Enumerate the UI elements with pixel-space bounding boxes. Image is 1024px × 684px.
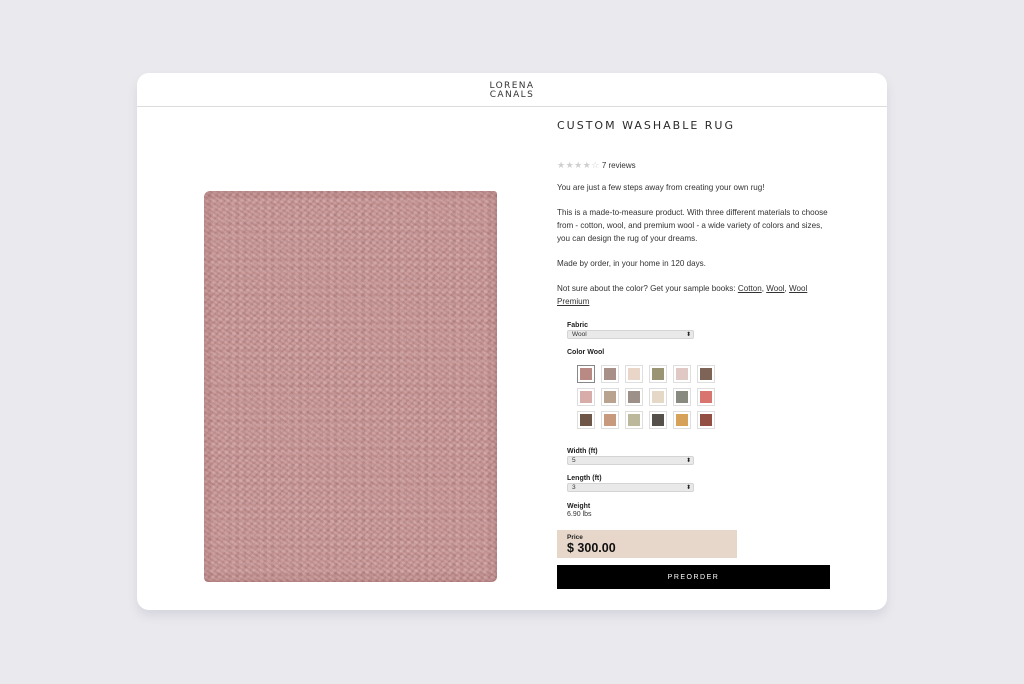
color-swatch[interactable] xyxy=(601,365,619,383)
app-window: LORENA CANALS CUSTOM WASHABLE RUG ★★★★☆ … xyxy=(137,73,887,610)
color-chip xyxy=(700,391,712,403)
color-swatch-grid xyxy=(577,365,837,429)
color-chip xyxy=(652,368,664,380)
weight-value: 6.90 lbs xyxy=(567,511,592,518)
intro-text: You are just a few steps away from creat… xyxy=(557,183,765,192)
star-rating-icon: ★★★★☆ xyxy=(557,160,600,170)
color-chip xyxy=(580,391,592,403)
color-chip xyxy=(700,414,712,426)
color-chip xyxy=(604,414,616,426)
length-select[interactable]: 3 ⬍ xyxy=(567,483,694,492)
width-label: Width (ft) xyxy=(567,448,598,455)
color-swatch[interactable] xyxy=(601,388,619,406)
color-chip xyxy=(652,414,664,426)
materials-text: This is a made-to-measure product. With … xyxy=(557,208,828,243)
logo-line-2: CANALS xyxy=(489,89,535,100)
length-value: 3 xyxy=(572,483,576,491)
color-chip xyxy=(700,368,712,380)
select-arrows-icon: ⬍ xyxy=(685,331,691,338)
brand-logo[interactable]: LORENA CANALS xyxy=(489,80,534,100)
price-box: Price $ 300.00 xyxy=(557,530,737,558)
reviews-count[interactable]: 7 reviews xyxy=(602,161,636,170)
color-swatch[interactable] xyxy=(625,411,643,429)
price-label: Price xyxy=(567,534,583,541)
fabric-value: Wool xyxy=(572,330,587,338)
product-description: You are just a few steps away from creat… xyxy=(557,181,837,308)
color-swatch[interactable] xyxy=(697,365,715,383)
color-swatch[interactable] xyxy=(697,388,715,406)
color-swatch[interactable] xyxy=(649,365,667,383)
color-chip xyxy=(676,414,688,426)
color-chip xyxy=(652,391,664,403)
sample-link-wool[interactable]: Wool xyxy=(766,284,784,293)
length-label: Length (ft) xyxy=(567,475,602,482)
configurator-form: Fabric Wool ⬍ Color Wool Width (ft) 5 ⬍ … xyxy=(567,322,837,518)
color-swatch[interactable] xyxy=(601,411,619,429)
delivery-text: Made by order, in your home in 120 days. xyxy=(557,259,706,268)
color-swatch[interactable] xyxy=(673,411,691,429)
width-select[interactable]: 5 ⬍ xyxy=(567,456,694,465)
select-arrows-icon: ⬍ xyxy=(685,457,691,464)
color-chip xyxy=(604,368,616,380)
sample-books-text: Not sure about the color? Get your sampl… xyxy=(557,284,808,306)
preorder-button[interactable]: PREORDER xyxy=(557,565,830,589)
color-chip xyxy=(580,368,592,380)
color-swatch[interactable] xyxy=(673,365,691,383)
color-chip xyxy=(580,414,592,426)
color-chip xyxy=(628,368,640,380)
color-swatch[interactable] xyxy=(577,388,595,406)
product-image xyxy=(204,191,497,582)
site-header: LORENA CANALS xyxy=(137,73,887,107)
color-chip xyxy=(628,414,640,426)
color-swatch[interactable] xyxy=(697,411,715,429)
select-arrows-icon: ⬍ xyxy=(685,484,691,491)
color-swatch[interactable] xyxy=(673,388,691,406)
color-chip xyxy=(676,391,688,403)
width-value: 5 xyxy=(572,456,576,464)
product-title: CUSTOM WASHABLE RUG xyxy=(557,119,735,132)
color-chip xyxy=(604,391,616,403)
sample-books-prefix: Not sure about the color? Get your sampl… xyxy=(557,284,736,293)
color-label: Color Wool xyxy=(567,349,605,356)
color-swatch[interactable] xyxy=(649,388,667,406)
color-swatch[interactable] xyxy=(577,411,595,429)
product-rating[interactable]: ★★★★☆ 7 reviews xyxy=(557,160,837,171)
color-swatch[interactable] xyxy=(625,365,643,383)
color-swatch[interactable] xyxy=(649,411,667,429)
color-swatch[interactable] xyxy=(577,365,595,383)
color-swatch[interactable] xyxy=(625,388,643,406)
color-chip xyxy=(628,391,640,403)
price-value: $ 300.00 xyxy=(567,541,616,555)
product-details: CUSTOM WASHABLE RUG ★★★★☆ 7 reviews You … xyxy=(557,119,837,589)
sample-link-cotton[interactable]: Cotton xyxy=(738,284,762,293)
color-chip xyxy=(676,368,688,380)
fabric-label: Fabric xyxy=(567,322,589,329)
fabric-select[interactable]: Wool ⬍ xyxy=(567,330,694,339)
weight-label: Weight xyxy=(567,503,591,510)
